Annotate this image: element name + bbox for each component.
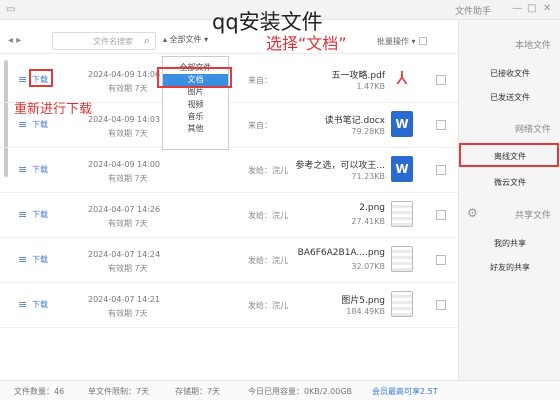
sidebar-section-network: 网络文件	[514, 125, 551, 135]
image-file-icon	[391, 201, 413, 227]
window-title: 文件助手	[455, 7, 492, 17]
file-row[interactable]: ≡ 下载 2024-04-07 14:21 有效期 7天 发给：浣儿 图片5.p…	[0, 283, 458, 328]
file-size: 184.49KB	[346, 307, 385, 316]
word-doc-icon: W	[391, 156, 413, 182]
page-title: qq安装文件	[212, 10, 323, 34]
file-source: 发给：浣儿	[248, 256, 288, 265]
row-menu-icon[interactable]: ≡	[18, 208, 27, 221]
dropdown-option-music[interactable]: 音乐	[163, 111, 228, 123]
image-file-icon	[391, 291, 413, 317]
row-checkbox[interactable]	[436, 210, 446, 220]
file-expiry: 有效期 7天	[108, 264, 148, 273]
file-expiry: 有效期 7天	[108, 309, 148, 318]
row-checkbox[interactable]	[436, 120, 446, 130]
file-row[interactable]: ≡ 下载 2024-04-07 14:24 有效期 7天 发给：浣儿 BA6F6…	[0, 238, 458, 283]
status-used: 今日已用容量：0KB/2.00GB	[248, 387, 353, 396]
file-expiry: 有效期 7天	[108, 84, 148, 93]
file-name[interactable]: 五一攻略.pdf	[332, 68, 385, 81]
file-date: 2024-04-09 14:00	[88, 160, 161, 169]
sidebar-item-received[interactable]: 已接收文件	[459, 68, 560, 79]
dropdown-highlight-box	[157, 67, 232, 88]
dropdown-option-images[interactable]: 图片	[163, 86, 228, 98]
file-date: 2024-04-09 14:06	[88, 70, 161, 79]
close-button[interactable]: ✕	[543, 3, 551, 14]
download-button[interactable]: 下载	[32, 254, 48, 265]
batch-button[interactable]: 批量操作 ▾	[377, 36, 427, 47]
sidebar-item-weiyun[interactable]: 微云文件	[459, 177, 560, 188]
minimize-button[interactable]: —	[512, 3, 522, 14]
row-menu-icon[interactable]: ≡	[18, 298, 27, 311]
status-count: 文件数量：46	[14, 387, 65, 396]
file-row[interactable]: ≡ 下载 2024-04-09 14:00 有效期 7天 发给：浣儿 参考之选，…	[0, 148, 458, 193]
file-source: 发给：浣儿	[248, 301, 288, 310]
row-menu-icon[interactable]: ≡	[18, 163, 27, 176]
file-size: 27.41KB	[351, 217, 385, 226]
maximize-button[interactable]: □	[527, 3, 536, 14]
file-size: 1.47KB	[356, 82, 385, 91]
file-row[interactable]: ≡ 下载 2024-04-07 14:26 有效期 7天 发给：浣儿 2.png…	[0, 193, 458, 238]
status-expiry: 存储期：7天	[175, 387, 221, 396]
file-source: 发给：浣儿	[248, 211, 288, 220]
sidebar-section-local: 本地文件	[514, 41, 551, 51]
search-icon[interactable]: ⌕	[144, 34, 150, 48]
search-input[interactable]: 文件名搜索 ⌕	[52, 32, 156, 50]
file-name[interactable]: BA6F6A2B1A....png	[298, 248, 385, 258]
file-date: 2024-04-07 14:21	[88, 295, 161, 304]
offline-highlight-box	[459, 143, 559, 167]
row-checkbox[interactable]	[436, 255, 446, 265]
file-source: 来自：	[248, 76, 272, 85]
status-type: 单文件限制：7天	[88, 387, 150, 396]
file-name[interactable]: 读书笔记.docx	[325, 113, 385, 126]
download-button[interactable]: 下载	[32, 209, 48, 220]
annotation-redownload: 重新进行下载	[14, 102, 93, 117]
pdf-icon: ⅄	[396, 68, 408, 89]
file-expiry: 有效期 7天	[108, 129, 148, 138]
row-checkbox[interactable]	[436, 300, 446, 310]
file-expiry: 有效期 7天	[108, 174, 148, 183]
sidebar-item-my-share[interactable]: 我的共享	[459, 238, 560, 249]
sidebar-item-friends-share[interactable]: 好友的共享	[459, 262, 560, 273]
file-date: 2024-04-07 14:26	[88, 205, 161, 214]
row-menu-icon[interactable]: ≡	[18, 253, 27, 266]
window-menu-icon[interactable]: ▭	[6, 4, 20, 16]
row-checkbox[interactable]	[436, 165, 446, 175]
sidebar-section-shared: 共享文件	[514, 211, 551, 221]
download-button[interactable]: 下载	[32, 164, 48, 175]
sidebar-item-sent[interactable]: 已发送文件	[459, 92, 560, 103]
download-highlight-box	[29, 69, 53, 87]
file-date: 2024-04-07 14:24	[88, 250, 161, 259]
row-checkbox[interactable]	[436, 75, 446, 85]
search-placeholder: 文件名搜索	[93, 37, 133, 46]
dropdown-option-other[interactable]: 其他	[163, 123, 228, 135]
file-type-filter[interactable]: ▴ 全部文件 ▾	[163, 34, 208, 45]
batch-label: 批量操作	[377, 37, 409, 46]
back-forward-icon[interactable]: ◂ ▸	[8, 35, 21, 46]
word-doc-icon: W	[391, 111, 413, 137]
file-size: 71.23KB	[351, 172, 385, 181]
upgrade-link[interactable]: 会员最高可享2.5T	[372, 386, 438, 397]
file-date: 2024-04-09 14:03	[88, 115, 161, 124]
row-menu-icon[interactable]: ≡	[18, 118, 27, 131]
file-name[interactable]: 图片5.png	[341, 293, 385, 306]
download-button[interactable]: 下载	[32, 119, 48, 130]
file-name[interactable]: 参考之选，可以攻王...	[295, 158, 385, 171]
status-bar: 文件数量：46 单文件限制：7天 存储期：7天 今日已用容量：0KB/2.00G…	[0, 380, 560, 400]
row-menu-icon[interactable]: ≡	[18, 73, 27, 86]
file-size: 79.28KB	[351, 127, 385, 136]
file-name[interactable]: 2.png	[359, 203, 385, 213]
download-button[interactable]: 下载	[32, 299, 48, 310]
file-expiry: 有效期 7天	[108, 219, 148, 228]
dropdown-option-videos[interactable]: 视频	[163, 99, 228, 111]
sidebar: 本地文件 已接收文件 已发送文件 网络文件 离线文件 微云文件 ⚙ 共享文件 我…	[458, 20, 560, 400]
select-all-checkbox[interactable]	[418, 37, 427, 45]
file-source: 来自：	[248, 121, 272, 130]
file-size: 32.07KB	[351, 262, 385, 271]
filter-label: 全部文件	[169, 35, 202, 44]
file-source: 发给：浣儿	[248, 166, 288, 175]
image-file-icon	[391, 246, 413, 272]
